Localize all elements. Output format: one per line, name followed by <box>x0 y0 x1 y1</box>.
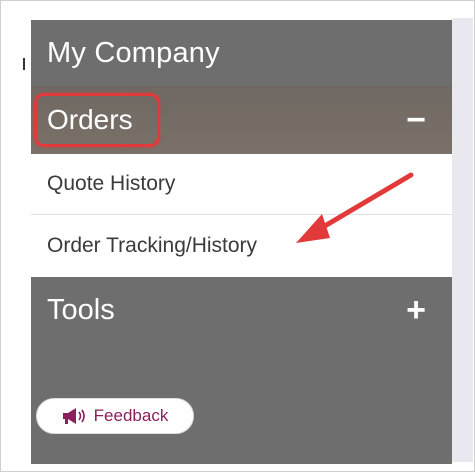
sub-item-order-tracking-history[interactable]: Order Tracking/History <box>31 215 452 277</box>
sidebar-left-gap <box>18 20 31 464</box>
nav-item-my-company-label: My Company <box>47 36 220 69</box>
sub-item-quote-history-label: Quote History <box>47 172 176 195</box>
minus-icon[interactable]: − <box>406 103 426 137</box>
nav-item-orders-label: Orders <box>47 104 133 135</box>
account-sidebar: My Company Orders − Quote History Order … <box>31 20 452 464</box>
nav-item-my-company[interactable]: My Company <box>31 20 452 86</box>
content-area-edge <box>452 18 473 462</box>
sub-item-quote-history[interactable]: Quote History <box>31 154 452 215</box>
nav-item-tools-label: Tools <box>47 293 115 326</box>
megaphone-icon <box>62 408 85 424</box>
feedback-button[interactable]: Feedback <box>36 398 194 434</box>
edge-tick <box>23 58 25 70</box>
nav-item-tools[interactable]: Tools + <box>31 277 452 343</box>
nav-item-orders[interactable]: Orders − <box>31 86 452 154</box>
plus-icon[interactable]: + <box>406 293 426 327</box>
feedback-button-label: Feedback <box>93 406 169 425</box>
sub-item-order-tracking-history-label: Order Tracking/History <box>47 234 258 257</box>
